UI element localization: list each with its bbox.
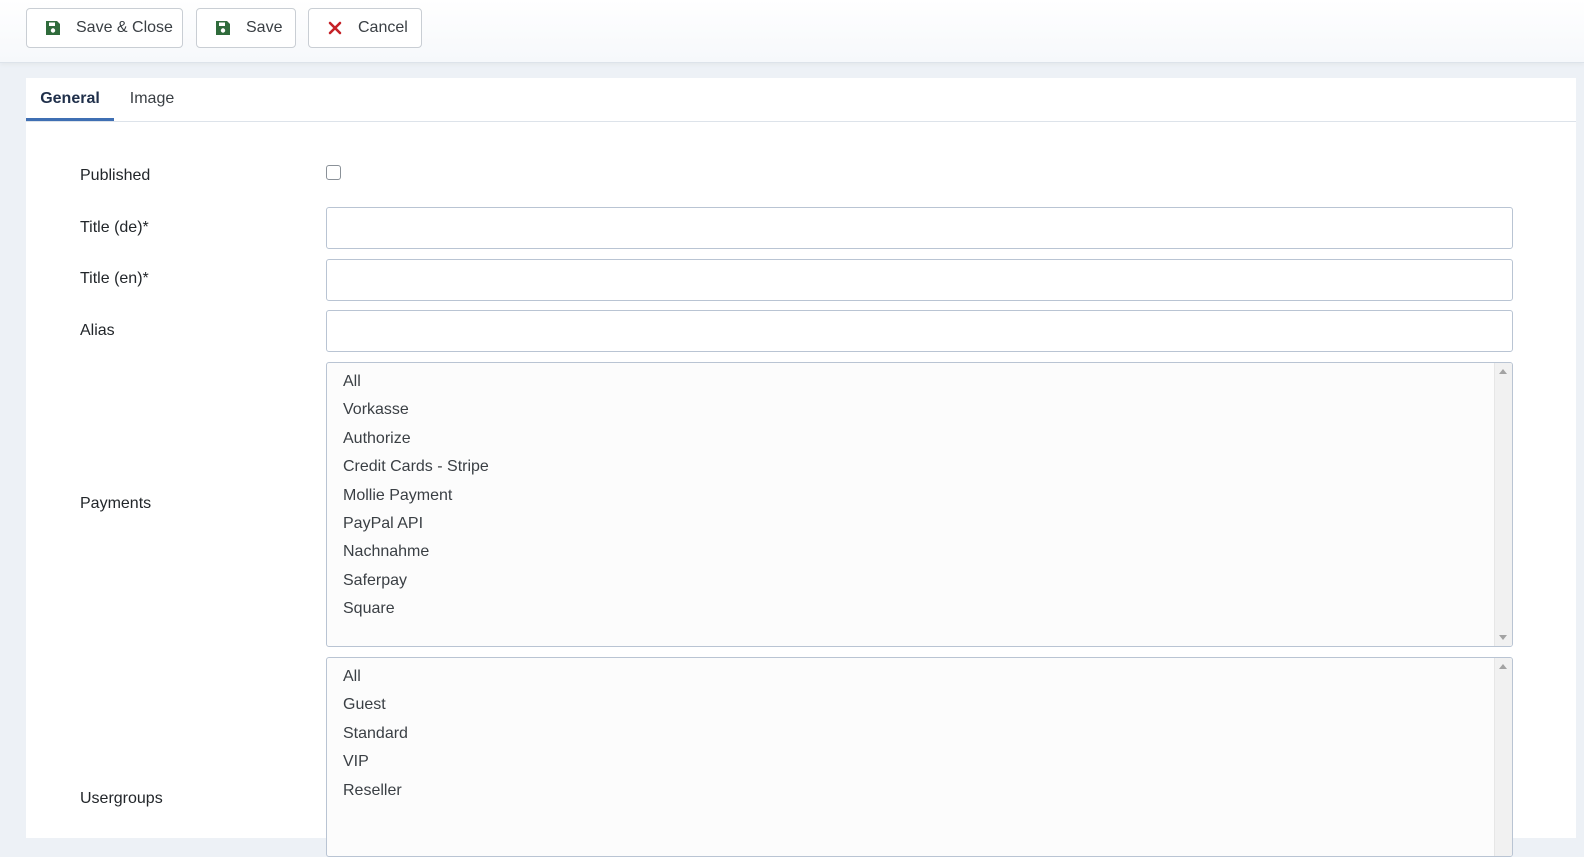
title-de-input[interactable] [326, 207, 1513, 249]
payments-scrollbar[interactable] [1494, 363, 1512, 646]
usergroups-scrollbar[interactable] [1494, 658, 1512, 856]
usergroups-option[interactable]: Reseller [327, 777, 1494, 805]
title-en-input[interactable] [326, 259, 1513, 301]
title-de-label: Title (de)* [80, 219, 149, 236]
payments-option[interactable]: Mollie Payment [327, 482, 1494, 510]
usergroups-option[interactable]: Standard [327, 720, 1494, 748]
payments-option[interactable]: PayPal API [327, 510, 1494, 538]
tab-general[interactable]: General [26, 78, 114, 121]
alias-label: Alias [80, 322, 115, 339]
close-x-icon [327, 20, 343, 36]
save-label: Save [246, 19, 283, 36]
scroll-down-arrow-icon[interactable] [1499, 635, 1507, 640]
payments-listbox[interactable]: All Vorkasse Authorize Credit Cards - St… [326, 362, 1513, 647]
save-button[interactable]: Save [196, 8, 296, 48]
usergroups-option[interactable]: All [327, 663, 1494, 691]
payments-option[interactable]: Vorkasse [327, 396, 1494, 424]
usergroups-options: All Guest Standard VIP Reseller [327, 663, 1494, 805]
payments-option[interactable]: Saferpay [327, 567, 1494, 595]
save-and-close-button[interactable]: Save & Close [26, 8, 183, 48]
cancel-label: Cancel [358, 19, 408, 36]
title-en-label: Title (en)* [80, 270, 149, 287]
usergroups-option[interactable]: Guest [327, 691, 1494, 719]
edit-panel: General Image Published Title (de)* Titl… [26, 78, 1576, 857]
alias-input[interactable] [326, 310, 1513, 352]
payments-options: All Vorkasse Authorize Credit Cards - St… [327, 368, 1494, 624]
usergroups-option[interactable]: VIP [327, 748, 1494, 776]
scroll-up-arrow-icon[interactable] [1499, 369, 1507, 374]
floppy-disk-icon [45, 20, 61, 36]
usergroups-listbox[interactable]: All Guest Standard VIP Reseller [326, 657, 1513, 857]
published-label: Published [80, 167, 151, 184]
tab-bar: General Image [26, 78, 1576, 122]
floppy-disk-icon [215, 20, 231, 36]
cancel-button[interactable]: Cancel [308, 8, 422, 48]
save-and-close-label: Save & Close [76, 19, 173, 36]
payments-option[interactable]: Nachnahme [327, 538, 1494, 566]
published-checkbox[interactable] [326, 165, 341, 180]
scroll-up-arrow-icon[interactable] [1499, 664, 1507, 669]
tab-image[interactable]: Image [114, 78, 190, 121]
payments-option[interactable]: Credit Cards - Stripe [327, 453, 1494, 481]
payments-option[interactable]: All [327, 368, 1494, 396]
payments-option[interactable]: Authorize [327, 425, 1494, 453]
usergroups-label: Usergroups [80, 790, 163, 807]
payments-label: Payments [80, 495, 152, 512]
toolbar: Save & Close Save Cancel [0, 0, 1584, 63]
payments-option[interactable]: Square [327, 595, 1494, 623]
